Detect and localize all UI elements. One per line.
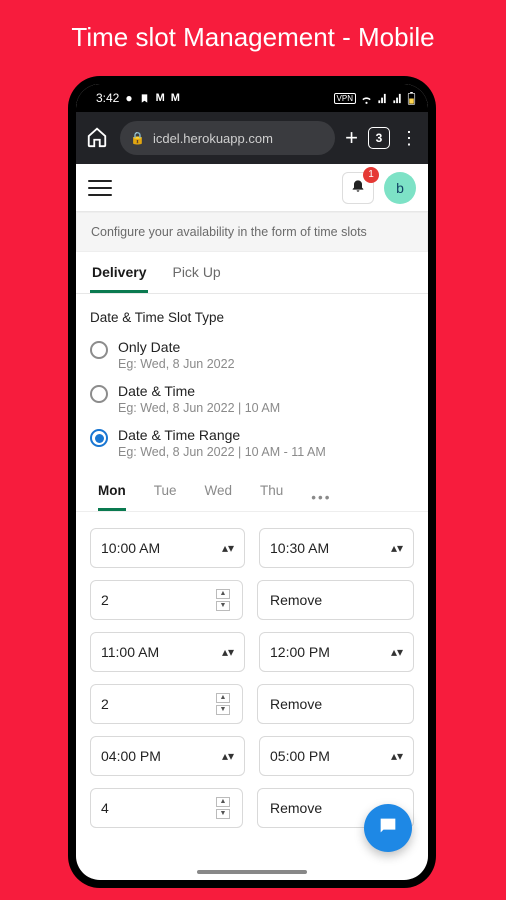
battery-icon	[407, 92, 416, 105]
notification-badge: 1	[363, 167, 379, 183]
config-banner: Configure your availability in the form …	[76, 212, 428, 252]
tabs-count-button[interactable]: 3	[368, 127, 390, 149]
chevron-updown-icon: ▴▾	[391, 645, 403, 659]
start-time-value: 10:00 AM	[101, 540, 160, 556]
signal2-icon	[392, 93, 403, 104]
start-time-select[interactable]: 04:00 PM ▴▾	[90, 736, 245, 776]
day-tab-mon[interactable]: Mon	[98, 483, 126, 511]
notifications-button[interactable]: 1	[342, 172, 374, 204]
home-icon[interactable]	[86, 126, 110, 150]
gesture-bar	[197, 870, 307, 874]
lock-icon: 🔒	[130, 131, 145, 145]
radio-circle-icon	[90, 385, 108, 403]
end-time-select[interactable]: 10:30 AM ▴▾	[259, 528, 414, 568]
start-time-select[interactable]: 10:00 AM ▴▾	[90, 528, 245, 568]
bookmark-icon	[139, 93, 150, 104]
tab-pickup[interactable]: Pick Up	[170, 264, 222, 293]
bell-icon	[350, 177, 366, 198]
quantity-stepper[interactable]: 4 ▲▼	[90, 788, 243, 828]
radio-circle-icon	[90, 341, 108, 359]
end-time-value: 10:30 AM	[270, 540, 329, 556]
day-tabs-overflow-icon[interactable]: •••	[311, 490, 331, 505]
radio-label: Date & Time Range	[118, 427, 326, 443]
chat-button[interactable]	[364, 804, 412, 852]
end-time-select[interactable]: 12:00 PM ▴▾	[259, 632, 414, 672]
android-status-bar: 3:42 ● M M VPN	[76, 84, 428, 112]
section-label: Date & Time Slot Type	[76, 294, 428, 333]
signal-icon	[377, 93, 388, 104]
radio-example: Eg: Wed, 8 Jun 2022 | 10 AM	[118, 401, 280, 415]
phone-frame: 3:42 ● M M VPN 🔒 icdel.herokuapp.com	[68, 76, 436, 888]
chevron-updown-icon: ▴▾	[391, 749, 403, 763]
stepper-buttons-icon[interactable]: ▲▼	[216, 589, 232, 611]
quantity-stepper[interactable]: 2 ▲▼	[90, 580, 243, 620]
radio-example: Eg: Wed, 8 Jun 2022 | 10 AM - 11 AM	[118, 445, 326, 459]
radio-only-date[interactable]: Only Date Eg: Wed, 8 Jun 2022	[90, 333, 414, 377]
radio-example: Eg: Wed, 8 Jun 2022	[118, 357, 235, 371]
quantity-value: 4	[101, 800, 109, 816]
quantity-value: 2	[101, 592, 109, 608]
circle-icon: ●	[125, 91, 132, 105]
gmail-m1-icon: M	[156, 92, 165, 104]
chevron-updown-icon: ▴▾	[391, 541, 403, 555]
url-text: icdel.herokuapp.com	[153, 131, 273, 146]
avatar[interactable]: b	[384, 172, 416, 204]
status-time: 3:42	[96, 91, 119, 105]
remove-button[interactable]: Remove	[257, 580, 414, 620]
new-tab-icon[interactable]: +	[345, 125, 358, 151]
browser-menu-icon[interactable]: ⋮	[400, 128, 418, 149]
chevron-updown-icon: ▴▾	[222, 541, 234, 555]
menu-icon[interactable]	[88, 176, 112, 200]
day-tab-tue[interactable]: Tue	[154, 483, 177, 511]
url-bar[interactable]: 🔒 icdel.herokuapp.com	[120, 121, 335, 155]
start-time-value: 11:00 AM	[101, 644, 159, 660]
chevron-updown-icon: ▴▾	[222, 645, 234, 659]
slot-type-radio-group: Only Date Eg: Wed, 8 Jun 2022 Date & Tim…	[76, 333, 428, 465]
slot-list: 10:00 AM ▴▾ 10:30 AM ▴▾ 2 ▲▼ Remove 11:0…	[76, 512, 428, 828]
chevron-updown-icon: ▴▾	[222, 749, 234, 763]
tab-delivery[interactable]: Delivery	[90, 264, 148, 293]
end-time-select[interactable]: 05:00 PM ▴▾	[259, 736, 414, 776]
radio-date-time[interactable]: Date & Time Eg: Wed, 8 Jun 2022 | 10 AM	[90, 377, 414, 421]
start-time-select[interactable]: 11:00 AM ▴▾	[90, 632, 245, 672]
quantity-value: 2	[101, 696, 109, 712]
radio-date-time-range[interactable]: Date & Time Range Eg: Wed, 8 Jun 2022 | …	[90, 421, 414, 465]
remove-button[interactable]: Remove	[257, 684, 414, 724]
stepper-buttons-icon[interactable]: ▲▼	[216, 693, 232, 715]
browser-toolbar: 🔒 icdel.herokuapp.com + 3 ⋮	[76, 112, 428, 164]
page-heading: Time slot Management - Mobile	[0, 0, 506, 63]
day-tabs: Mon Tue Wed Thu •••	[76, 465, 428, 512]
stepper-buttons-icon[interactable]: ▲▼	[216, 797, 232, 819]
day-tab-wed[interactable]: Wed	[205, 483, 233, 511]
start-time-value: 04:00 PM	[101, 748, 161, 764]
gmail-m2-icon: M	[171, 92, 180, 104]
radio-circle-icon	[90, 429, 108, 447]
phone-screen: 3:42 ● M M VPN 🔒 icdel.herokuapp.com	[76, 84, 428, 880]
day-tab-thu[interactable]: Thu	[260, 483, 283, 511]
radio-label: Date & Time	[118, 383, 280, 399]
mode-tabs: Delivery Pick Up	[76, 252, 428, 294]
quantity-stepper[interactable]: 2 ▲▼	[90, 684, 243, 724]
end-time-value: 05:00 PM	[270, 748, 330, 764]
vpn-icon: VPN	[334, 93, 356, 104]
app-header: 1 b	[76, 164, 428, 212]
radio-label: Only Date	[118, 339, 235, 355]
chat-icon	[377, 815, 399, 842]
wifi-icon	[360, 92, 373, 105]
end-time-value: 12:00 PM	[270, 644, 330, 660]
